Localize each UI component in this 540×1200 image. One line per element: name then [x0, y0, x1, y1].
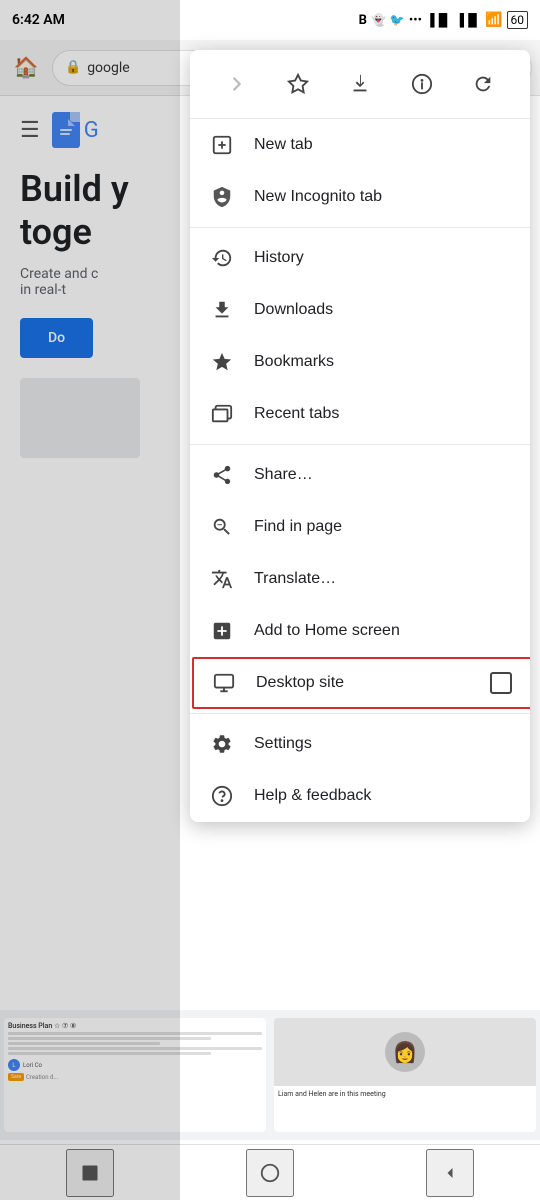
- new-tab-label: New tab: [254, 136, 510, 154]
- forward-button[interactable]: [215, 62, 259, 106]
- history-label: History: [254, 249, 510, 267]
- settings-label: Settings: [254, 735, 510, 753]
- divider-3: [190, 713, 530, 714]
- download-button[interactable]: [338, 62, 382, 106]
- wifi-icon: 📶: [485, 12, 502, 28]
- desktop-site-label: Desktop site: [256, 674, 470, 692]
- share-item[interactable]: Share…: [190, 449, 530, 501]
- twitter-icon: 🐦: [390, 13, 405, 27]
- signal-icon1: ▐▐▌: [426, 13, 452, 27]
- bottom-thumb-2: 👩 Liam and Helen are in this meeting: [274, 1018, 536, 1132]
- share-label: Share…: [254, 466, 510, 484]
- settings-icon: [210, 732, 234, 756]
- desktop-site-checkbox[interactable]: [490, 672, 512, 694]
- menu-topbar: [190, 50, 530, 119]
- bookmarks-item[interactable]: Bookmarks: [190, 336, 530, 388]
- add-home-icon: [210, 619, 234, 643]
- bookmarks-label: Bookmarks: [254, 353, 510, 371]
- b-icon: B: [359, 13, 367, 28]
- status-icons: B 👻 🐦 ••• ▐▐▌ ▐▐▌ 📶 60: [359, 11, 528, 29]
- add-to-home-item[interactable]: Add to Home screen: [190, 605, 530, 657]
- divider-1: [190, 227, 530, 228]
- battery-icon: 60: [507, 11, 529, 29]
- history-icon: [210, 246, 234, 270]
- info-button[interactable]: [400, 62, 444, 106]
- settings-item[interactable]: Settings: [190, 718, 530, 770]
- downloads-label: Downloads: [254, 301, 510, 319]
- new-tab-item[interactable]: New tab: [190, 119, 530, 171]
- desktop-icon: [212, 671, 236, 695]
- snapchat-icon: 👻: [371, 13, 386, 27]
- nav-home-button[interactable]: [246, 1149, 294, 1197]
- signal-icon2: ▐▐▌: [456, 13, 482, 27]
- recent-tabs-icon: [210, 402, 234, 426]
- nav-back-button[interactable]: [426, 1149, 474, 1197]
- help-feedback-item[interactable]: Help & feedback: [190, 770, 530, 822]
- new-incognito-tab-item[interactable]: New Incognito tab: [190, 171, 530, 223]
- downloads-icon: [210, 298, 234, 322]
- bookmarks-icon: [210, 350, 234, 374]
- downloads-item[interactable]: Downloads: [190, 284, 530, 336]
- translate-label: Translate…: [254, 570, 510, 588]
- translate-item[interactable]: Translate…: [190, 553, 530, 605]
- find-in-page-item[interactable]: Find in page: [190, 501, 530, 553]
- new-incognito-label: New Incognito tab: [254, 188, 510, 206]
- find-in-page-label: Find in page: [254, 518, 510, 536]
- add-to-home-label: Add to Home screen: [254, 622, 510, 640]
- incognito-icon: [210, 185, 234, 209]
- history-item[interactable]: History: [190, 232, 530, 284]
- refresh-button[interactable]: [461, 62, 505, 106]
- divider-2: [190, 444, 530, 445]
- share-icon: [210, 463, 234, 487]
- recent-tabs-item[interactable]: Recent tabs: [190, 388, 530, 440]
- help-feedback-label: Help & feedback: [254, 787, 510, 805]
- new-tab-icon: [210, 133, 234, 157]
- bookmark-button[interactable]: [276, 62, 320, 106]
- overlay-dim: [0, 0, 180, 1200]
- more-icon: •••: [409, 13, 422, 28]
- translate-icon: [210, 567, 234, 591]
- desktop-site-item[interactable]: Desktop site: [192, 657, 530, 709]
- dropdown-menu: New tab New Incognito tab History Downlo…: [190, 50, 530, 822]
- recent-tabs-label: Recent tabs: [254, 405, 510, 423]
- find-icon: [210, 515, 234, 539]
- help-icon: [210, 784, 234, 808]
